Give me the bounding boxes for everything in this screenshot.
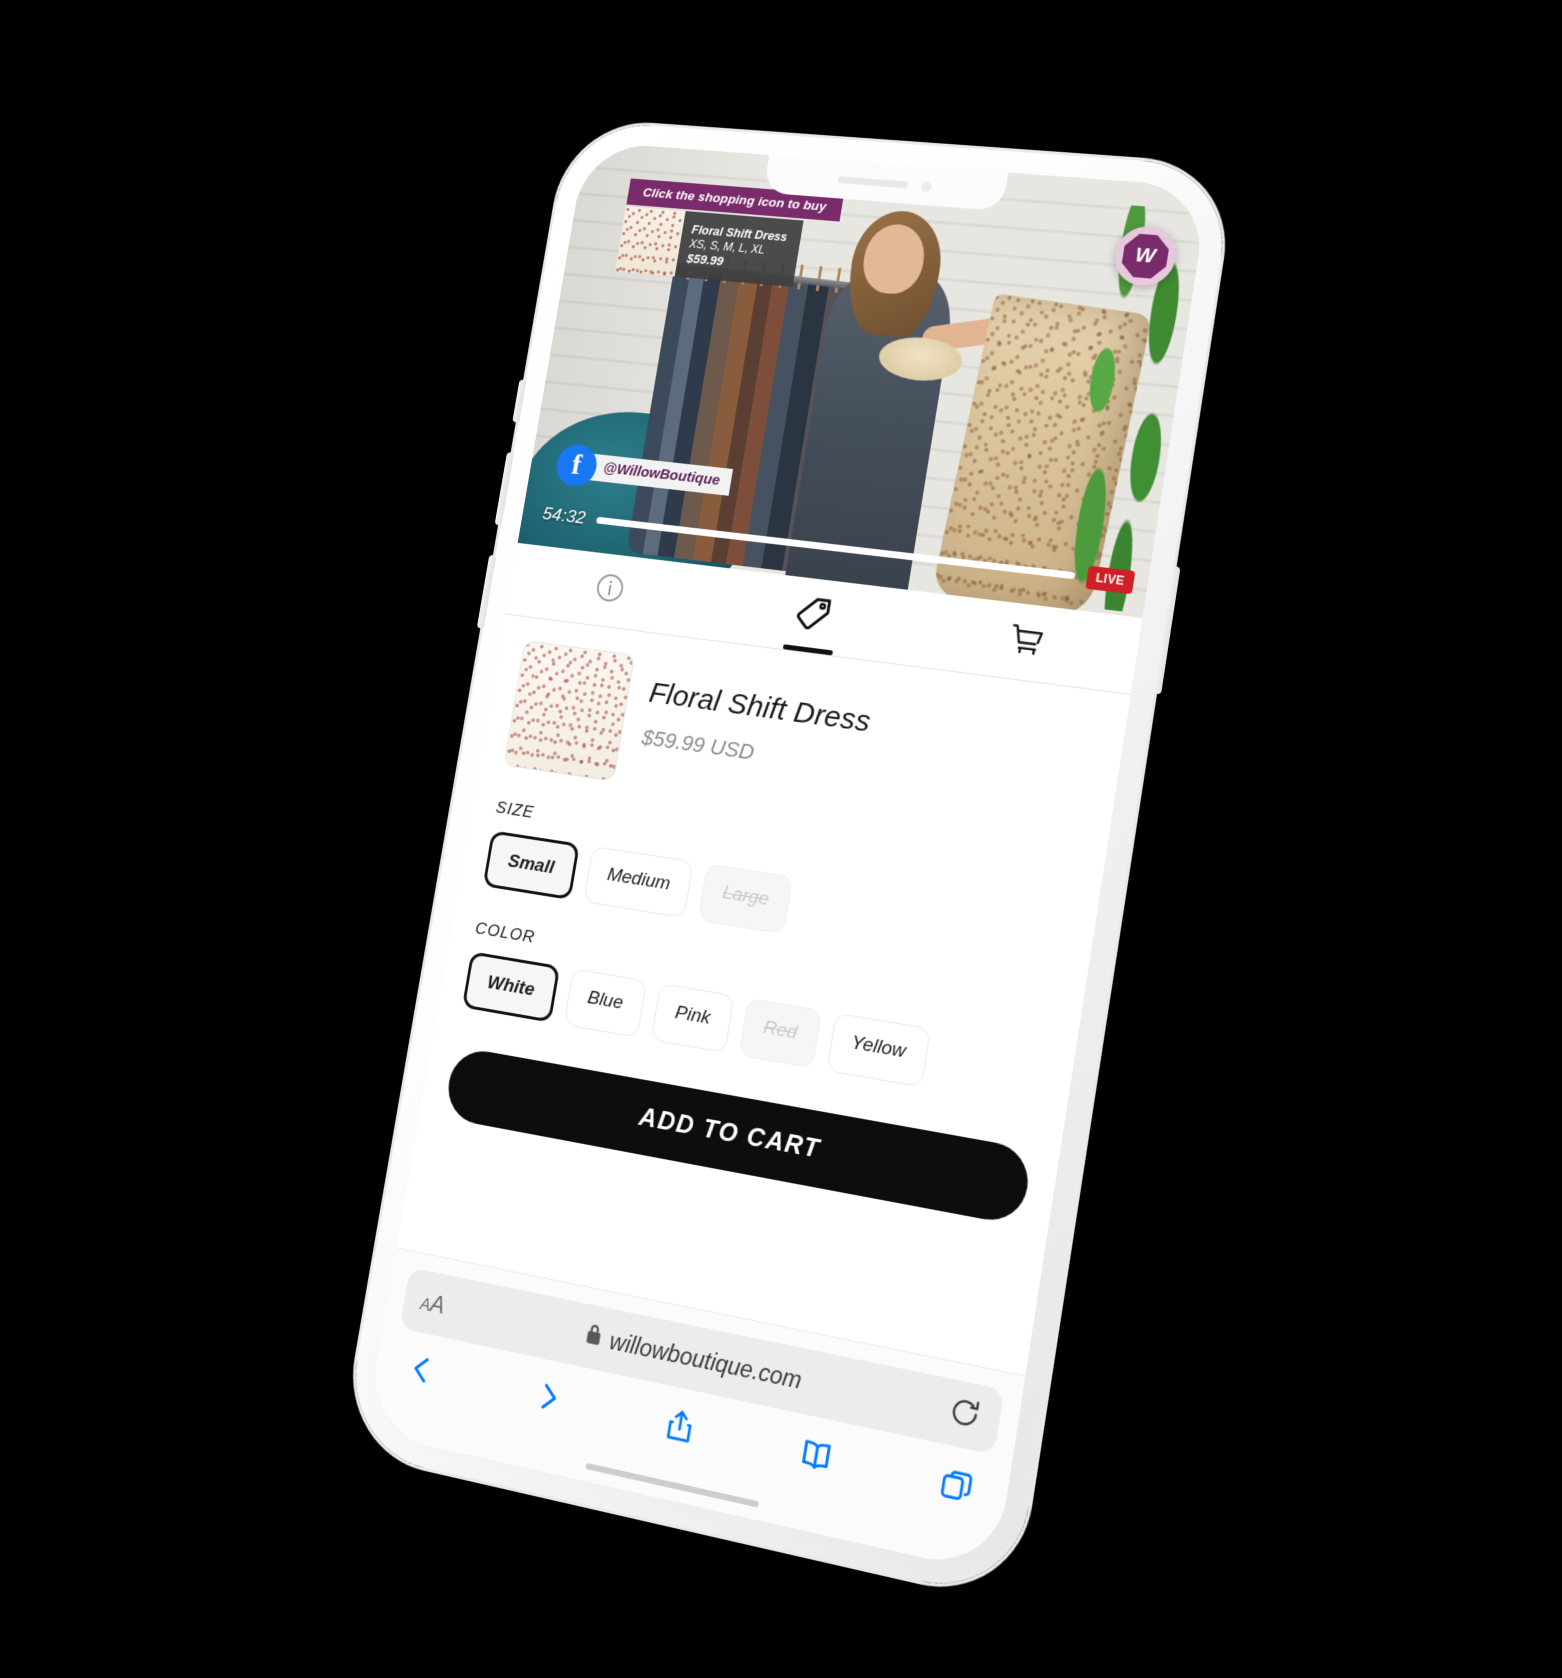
screenshot-root: Click the shopping icon to buy Floral Sh… <box>0 0 1562 1678</box>
tabs-icon <box>936 1464 977 1513</box>
size-option-small[interactable]: Small <box>483 830 580 900</box>
live-status-badge: LIVE <box>1085 566 1135 595</box>
chevron-right-icon <box>529 1377 567 1423</box>
video-elapsed-time: 54:32 <box>541 503 587 529</box>
size-option-large: Large <box>698 863 793 934</box>
video-product-thumbnail <box>615 206 686 276</box>
color-option-red: Red <box>738 998 821 1069</box>
reload-icon <box>945 1412 980 1437</box>
live-video-player[interactable]: Click the shopping icon to buy Floral Sh… <box>518 141 1210 618</box>
video-product-info: Floral Shift Dress XS, S, M, L, XL $59.9… <box>675 211 803 287</box>
text-size-button[interactable]: AA <box>419 1290 446 1318</box>
facebook-handle-label: @WillowBoutique <box>583 453 733 496</box>
bookmarks-button[interactable] <box>795 1433 837 1483</box>
reload-button[interactable] <box>945 1392 984 1438</box>
info-circle-icon <box>591 570 628 611</box>
lock-icon <box>583 1322 604 1352</box>
phone-mockup: Click the shopping icon to buy Floral Sh… <box>0 0 1562 1678</box>
shopping-cart-icon <box>1004 618 1049 666</box>
forward-button[interactable] <box>529 1377 567 1423</box>
share-button[interactable] <box>660 1405 699 1452</box>
text-size-large-a: A <box>428 1290 446 1318</box>
brand-logo-badge[interactable]: W <box>1111 224 1181 288</box>
product-thumbnail[interactable] <box>503 640 635 782</box>
color-option-blue[interactable]: Blue <box>563 968 647 1038</box>
facebook-icon: f <box>553 443 600 489</box>
url-text: willowboutique.com <box>608 1327 804 1395</box>
book-icon <box>795 1433 837 1483</box>
color-option-white[interactable]: White <box>462 951 560 1022</box>
brand-logo-letter: W <box>1120 233 1171 280</box>
share-icon <box>660 1405 699 1452</box>
earpiece-speaker <box>837 176 908 188</box>
product-meta: Floral Shift Dress $59.99 USD <box>640 657 876 781</box>
front-camera <box>920 180 932 191</box>
price-tag-icon <box>790 590 837 641</box>
product-detail-panel: Floral Shift Dress $59.99 USD SIZE Small… <box>397 614 1131 1375</box>
color-option-yellow[interactable]: Yellow <box>826 1012 931 1087</box>
tabs-button[interactable] <box>936 1464 977 1513</box>
